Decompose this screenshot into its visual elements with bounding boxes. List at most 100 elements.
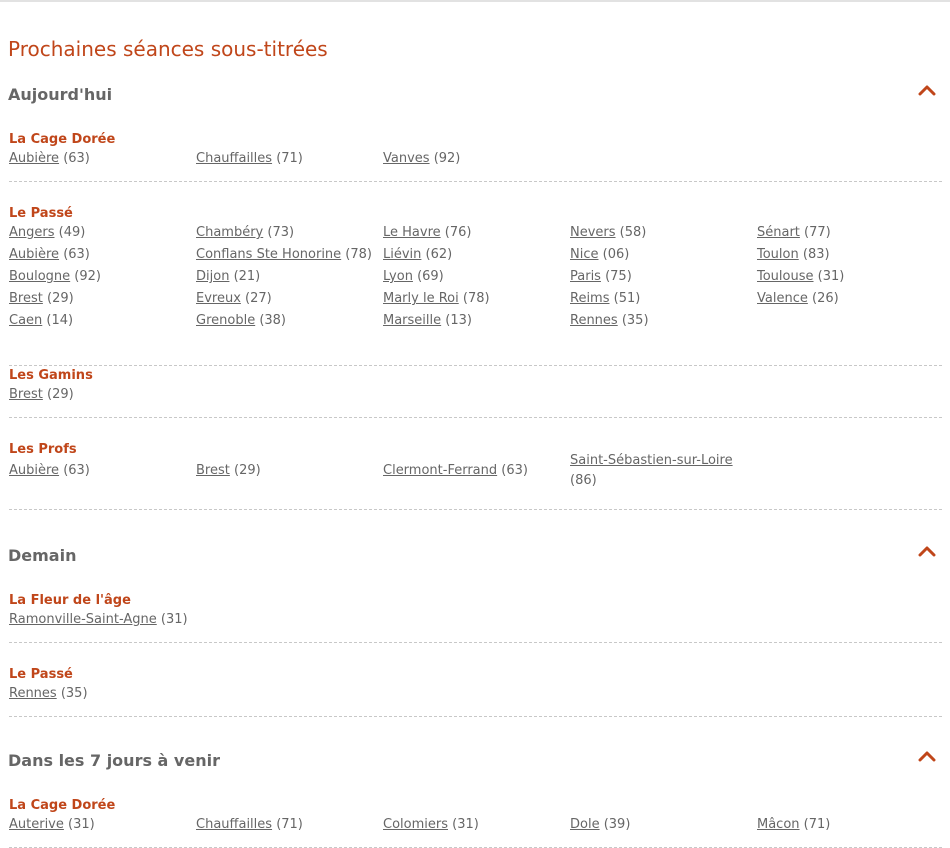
city-link[interactable]: Le Havre <box>383 225 441 240</box>
department-code: (13) <box>441 313 472 328</box>
city-link[interactable]: Nice <box>570 247 598 262</box>
city-link[interactable]: Aubière <box>9 247 59 262</box>
section-header: Aujourd'hui <box>8 84 942 106</box>
location-item: Chauffailles (71) <box>196 815 378 835</box>
city-link[interactable]: Evreux <box>196 291 241 306</box>
department-code: (76) <box>440 225 472 240</box>
location-item: Dole (39) <box>570 815 752 835</box>
chevron-up-icon[interactable] <box>918 544 936 558</box>
department-code: (31) <box>813 269 845 284</box>
department-code: (31) <box>63 817 95 832</box>
location-item: Nice (06) <box>570 245 752 265</box>
location-item: Liévin (62) <box>383 245 565 265</box>
location-item: Saint-Sébastien-sur-Loire (86) <box>570 451 740 491</box>
location-item: Brest (29) <box>196 461 378 481</box>
city-link[interactable]: Brest <box>9 387 43 402</box>
city-link[interactable]: Valence <box>757 291 808 306</box>
location-item: Vanves (92) <box>383 149 565 169</box>
city-link[interactable]: Sénart <box>757 225 800 240</box>
department-code: (92) <box>70 269 101 284</box>
city-link[interactable]: Brest <box>9 291 43 306</box>
city-link[interactable]: Toulouse <box>757 269 814 284</box>
department-code: (58) <box>615 225 647 240</box>
department-code: (71) <box>272 817 303 832</box>
location-item: Lyon (69) <box>383 267 565 287</box>
chevron-up-icon[interactable] <box>918 749 936 763</box>
city-link[interactable]: Dole <box>570 817 600 832</box>
department-code: (14) <box>42 313 74 328</box>
location-item: Colomiers (31) <box>383 815 565 835</box>
city-link[interactable]: Grenoble <box>196 313 255 328</box>
location-item: Toulon (83) <box>757 245 939 265</box>
section-title: Aujourd'hui <box>8 85 113 104</box>
department-code: (78) <box>341 247 372 262</box>
city-link[interactable]: Dijon <box>196 269 229 284</box>
city-link[interactable]: Conflans Ste Honorine <box>196 247 341 262</box>
location-item: Marly le Roi (78) <box>383 289 565 309</box>
location-item: Grenoble (38) <box>196 311 378 331</box>
location-item: Brest (29) <box>9 385 191 405</box>
film-title: La Cage Dorée <box>9 132 116 147</box>
city-link[interactable]: Clermont-Ferrand <box>383 463 497 478</box>
department-code: (86) <box>570 473 597 488</box>
department-code: (29) <box>229 463 261 478</box>
department-code: (73) <box>263 225 295 240</box>
film-title: Le Passé <box>9 667 73 682</box>
city-link[interactable]: Chauffailles <box>196 817 272 832</box>
city-link[interactable]: Saint-Sébastien-sur-Loire <box>570 453 733 468</box>
location-item: Rennes (35) <box>570 311 752 331</box>
location-item: Valence (26) <box>757 289 939 309</box>
section-title: Dans les 7 jours à venir <box>8 751 220 770</box>
location-item: Chambéry (73) <box>196 223 378 243</box>
location-item: Mâcon (71) <box>757 815 939 835</box>
film-block: La Cage Dorée Auterive (31) Chauffailles (… <box>9 797 942 848</box>
city-link[interactable]: Marly le Roi <box>383 291 459 306</box>
section-header: Demain <box>8 545 942 567</box>
city-link[interactable]: Toulon <box>757 247 799 262</box>
city-link[interactable]: Rennes <box>570 313 618 328</box>
city-link[interactable]: Mâcon <box>757 817 800 832</box>
city-link[interactable]: Lyon <box>383 269 413 284</box>
location-item: Aubière (63) <box>9 461 191 481</box>
city-link[interactable]: Angers <box>9 225 55 240</box>
location-item: Dijon (21) <box>196 267 378 287</box>
department-code: (39) <box>599 817 631 832</box>
city-link[interactable]: Boulogne <box>9 269 70 284</box>
page: Prochaines séances sous-titrées Aujourd'… <box>0 0 950 848</box>
department-code: (29) <box>42 387 74 402</box>
chevron-up-icon[interactable] <box>918 83 936 97</box>
location-item: Conflans Ste Honorine (78) <box>196 245 378 265</box>
city-link[interactable]: Aubière <box>9 463 59 478</box>
department-code: (49) <box>54 225 86 240</box>
department-code: (06) <box>598 247 630 262</box>
department-code: (75) <box>600 269 632 284</box>
city-link[interactable]: Nevers <box>570 225 616 240</box>
film-block: Le Passé Angers (49) Chambéry (73) Le Havre… <box>9 205 942 366</box>
city-link[interactable]: Rennes <box>9 686 57 701</box>
location-item: Brest (29) <box>9 289 191 309</box>
location-item: Ramonville-Saint-Agne (31) <box>9 610 191 630</box>
city-link[interactable]: Auterive <box>9 817 64 832</box>
city-link[interactable]: Aubière <box>9 151 59 166</box>
city-link[interactable]: Liévin <box>383 247 421 262</box>
city-link[interactable]: Reims <box>570 291 610 306</box>
city-link[interactable]: Ramonville-Saint-Agne <box>9 612 157 627</box>
department-code: (71) <box>799 817 831 832</box>
city-link[interactable]: Chauffailles <box>196 151 272 166</box>
city-link[interactable]: Caen <box>9 313 42 328</box>
city-link[interactable]: Brest <box>196 463 230 478</box>
city-link[interactable]: Vanves <box>383 151 430 166</box>
film-title: Les Profs <box>9 442 77 457</box>
location-item: Clermont-Ferrand (63) <box>383 461 565 481</box>
section-title: Demain <box>8 546 77 565</box>
film-title: La Cage Dorée <box>9 798 116 813</box>
city-link[interactable]: Marseille <box>383 313 441 328</box>
film-block: La Fleur de l'âge Ramonville-Saint-Agne (… <box>9 592 942 643</box>
city-link[interactable]: Chambéry <box>196 225 263 240</box>
city-link[interactable]: Paris <box>570 269 601 284</box>
department-code: (63) <box>59 247 90 262</box>
city-link[interactable]: Colomiers <box>383 817 448 832</box>
department-code: (31) <box>448 817 479 832</box>
section-header: Dans les 7 jours à venir <box>8 750 942 772</box>
page-title: Prochaines séances sous-titrées <box>8 37 328 61</box>
